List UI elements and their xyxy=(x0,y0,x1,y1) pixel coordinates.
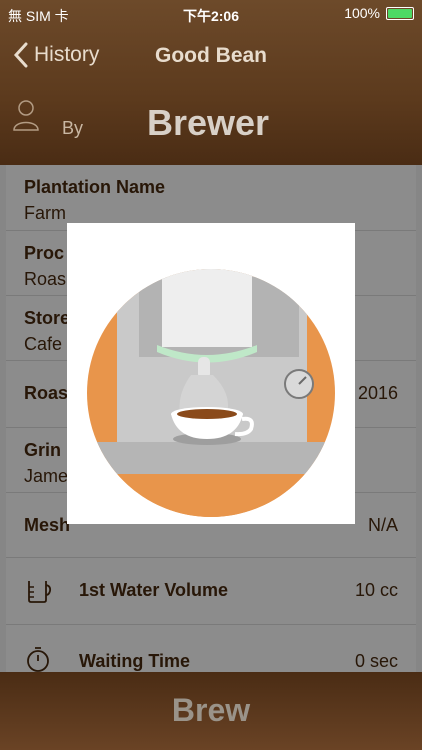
brew-bar[interactable]: Brew xyxy=(0,672,422,750)
nav-title: Good Bean xyxy=(155,44,268,67)
header: 無 SIM 卡 下午2:06 100% History Good Bean By… xyxy=(0,0,422,165)
brew-button[interactable]: Brew xyxy=(0,692,422,729)
by-label: By xyxy=(62,118,84,138)
status-right: 100% xyxy=(344,5,414,21)
espresso-machine-illustration xyxy=(87,269,335,517)
brewing-modal xyxy=(67,223,355,524)
back-button[interactable]: History xyxy=(12,42,99,68)
battery-icon xyxy=(386,6,414,20)
back-label: History xyxy=(34,43,100,66)
user-icon[interactable] xyxy=(12,98,40,132)
battery-percent: 100% xyxy=(344,5,380,21)
brewer-name: Brewer xyxy=(147,102,270,143)
status-bar: 無 SIM 卡 下午2:06 100% xyxy=(0,0,422,28)
brewer-row: By Brewer xyxy=(0,98,422,158)
nav-bar: History Good Bean xyxy=(0,38,422,74)
chevron-left-icon xyxy=(13,42,28,68)
